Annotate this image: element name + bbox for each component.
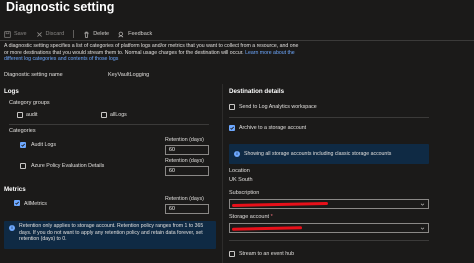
- allmetrics-retention-input[interactable]: 60: [165, 204, 209, 214]
- logs-heading: Logs: [4, 88, 19, 95]
- retention-label-audit: Retention (days): [165, 137, 204, 143]
- subscription-label: Subscription: [229, 190, 260, 196]
- trash-icon: [84, 31, 89, 38]
- audit-logs-retention-input[interactable]: 60: [165, 145, 209, 155]
- audit-label: audit: [26, 112, 38, 118]
- save-button[interactable]: Save: [4, 30, 27, 38]
- policy-evaluation-label: Azure Policy Evaluation Details: [31, 163, 105, 169]
- storage-account-label: Storage account *: [229, 214, 273, 220]
- subscription-dropdown[interactable]: [229, 199, 429, 209]
- feedback-button[interactable]: Feedback: [118, 31, 152, 38]
- policy-evaluation-retention-input[interactable]: 60: [165, 166, 209, 176]
- description: A diagnostic setting specifies a list of…: [4, 43, 300, 63]
- log-analytics-checkbox[interactable]: [229, 104, 235, 110]
- alllogs-label: allLogs: [110, 112, 127, 118]
- toolbar: Save Discard Delete Feedback: [4, 28, 152, 40]
- toolbar-divider: [0, 40, 474, 41]
- audit-logs-label: Audit Logs: [31, 142, 57, 148]
- audit-checkbox[interactable]: [17, 112, 23, 118]
- info-icon: i: [234, 151, 240, 157]
- log-analytics-label: Send to Log Analytics workspace: [239, 104, 317, 110]
- toolbar-separator: [73, 30, 75, 38]
- storage-account-option-label: Archive to a storage account: [239, 125, 307, 131]
- storage-info-text: Showing all storage accounts including c…: [244, 151, 392, 157]
- categories-label: Categories: [9, 128, 36, 134]
- retention-label-policy: Retention (days): [165, 158, 204, 164]
- checkmark-icon: [15, 201, 19, 205]
- destination-heading: Destination details: [229, 88, 285, 95]
- event-hub-label: Stream to an event hub: [239, 251, 295, 257]
- setting-name-value[interactable]: KeyVaultLogging: [108, 72, 149, 78]
- close-icon: [36, 31, 42, 37]
- allmetrics-checkbox[interactable]: [14, 200, 20, 206]
- retention-label-metrics: Retention (days): [165, 196, 204, 202]
- page-title: Diagnostic setting: [6, 0, 115, 14]
- metrics-heading: Metrics: [4, 186, 26, 193]
- info-icon: i: [9, 225, 15, 231]
- setting-name-row: Diagnostic setting name KeyVaultLogging: [4, 72, 214, 78]
- discard-label: Discard: [45, 31, 65, 37]
- save-label: Save: [14, 31, 27, 37]
- feedback-label: Feedback: [128, 31, 153, 37]
- setting-name-label: Diagnostic setting name: [4, 72, 63, 78]
- storage-info-box: i Showing all storage accounts including…: [229, 144, 429, 164]
- event-hub-checkbox[interactable]: [229, 251, 235, 257]
- destination-divider-1: [229, 117, 429, 118]
- chevron-down-icon: [420, 227, 425, 230]
- checkmark-icon: [230, 126, 234, 130]
- location-value: UK South: [229, 177, 253, 183]
- column-divider: [222, 84, 223, 263]
- redaction-mark: [231, 201, 329, 208]
- feedback-icon: [118, 31, 124, 37]
- policy-evaluation-checkbox[interactable]: [20, 163, 26, 169]
- redaction-mark: [231, 226, 303, 231]
- allmetrics-label: AllMetrics: [24, 201, 47, 207]
- checkmark-icon: [21, 143, 25, 147]
- storage-account-checkbox[interactable]: [229, 125, 235, 131]
- discard-button[interactable]: Discard: [36, 31, 65, 38]
- save-icon: [4, 30, 11, 38]
- storage-account-label-text: Storage account: [229, 214, 270, 220]
- chevron-down-icon: [420, 203, 425, 206]
- logs-divider: [9, 124, 209, 125]
- alllogs-checkbox[interactable]: [101, 112, 107, 118]
- location-label: Location: [229, 168, 250, 174]
- destination-divider-2: [229, 240, 429, 241]
- storage-account-dropdown[interactable]: [229, 223, 429, 233]
- audit-logs-checkbox[interactable]: [20, 142, 26, 148]
- learn-more-link[interactable]: Learn: [245, 50, 258, 56]
- delete-button[interactable]: Delete: [83, 31, 109, 38]
- required-mark: *: [270, 214, 273, 220]
- page: { "title": "Diagnostic setting", "toolba…: [0, 0, 474, 263]
- delete-label: Delete: [93, 31, 110, 37]
- retention-info-box: i Retention only applies to storage acco…: [4, 221, 216, 249]
- retention-info-text: Retention only applies to storage accoun…: [19, 223, 204, 242]
- category-groups-label: Category groups: [9, 100, 50, 106]
